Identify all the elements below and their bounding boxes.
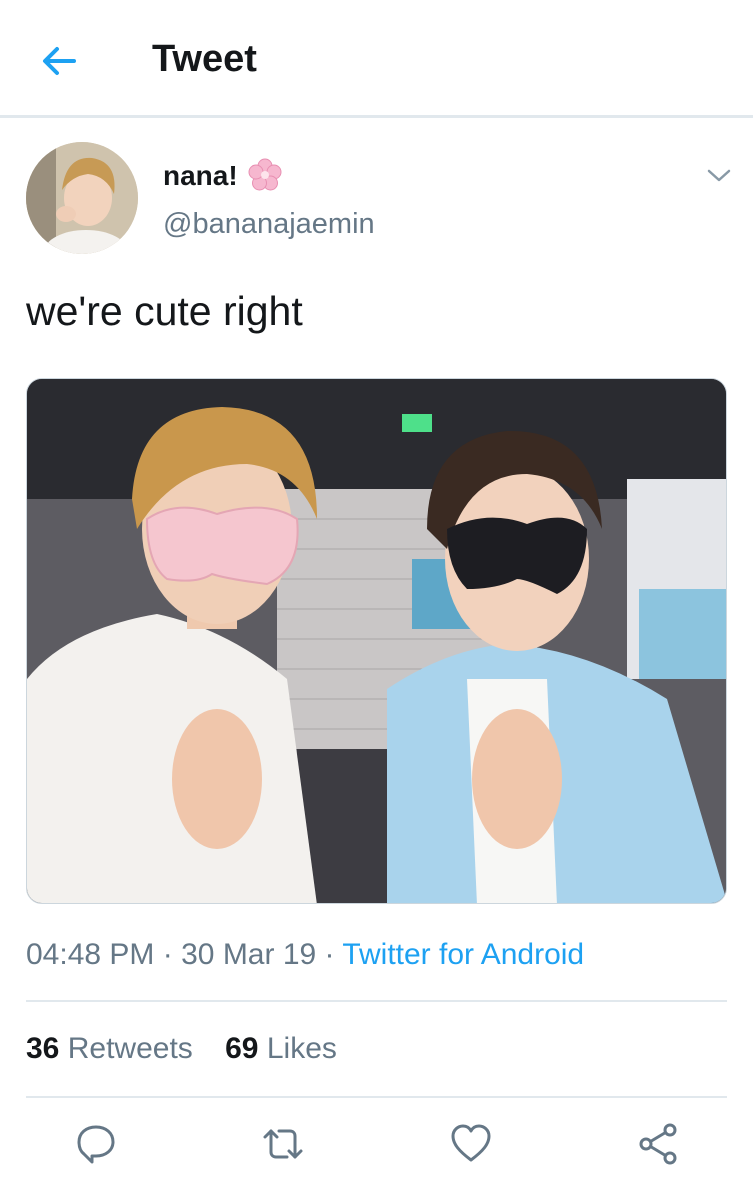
avatar[interactable] xyxy=(26,142,138,254)
tweet-photo[interactable] xyxy=(26,378,727,904)
retweets-count: 36 xyxy=(26,1032,60,1065)
tweet-stats: 36 Retweets 69 Likes xyxy=(26,1032,361,1066)
divider xyxy=(26,1096,727,1098)
meta-separator: · xyxy=(324,938,335,971)
meta-separator: · xyxy=(162,938,173,971)
reply-icon[interactable] xyxy=(74,1122,118,1166)
share-icon[interactable] xyxy=(637,1122,681,1166)
tweet-meta: 04:48 PM · 30 Mar 19 · Twitter for Andro… xyxy=(26,938,584,972)
retweets-label: Retweets xyxy=(67,1032,193,1065)
divider xyxy=(26,1000,727,1002)
top-bar: Tweet xyxy=(0,0,753,118)
tweet-time: 04:48 PM xyxy=(26,938,155,971)
retweets-stat[interactable]: 36 Retweets xyxy=(26,1032,193,1065)
author-display-name[interactable]: nana! xyxy=(163,160,238,192)
retweet-icon[interactable] xyxy=(261,1122,305,1166)
author-handle[interactable]: @bananajaemin xyxy=(163,208,375,241)
likes-stat[interactable]: 69 Likes xyxy=(225,1032,337,1065)
like-icon[interactable] xyxy=(449,1122,493,1166)
chevron-down-icon[interactable] xyxy=(704,160,734,190)
likes-label: Likes xyxy=(266,1032,337,1065)
flower-icon xyxy=(248,158,282,192)
page-title: Tweet xyxy=(152,38,257,80)
likes-count: 69 xyxy=(225,1032,259,1065)
tweet-source-link[interactable]: Twitter for Android xyxy=(342,938,584,971)
back-arrow-icon[interactable] xyxy=(38,40,80,82)
tweet-text: we're cute right xyxy=(26,288,303,334)
tweet-date: 30 Mar 19 xyxy=(181,938,317,971)
